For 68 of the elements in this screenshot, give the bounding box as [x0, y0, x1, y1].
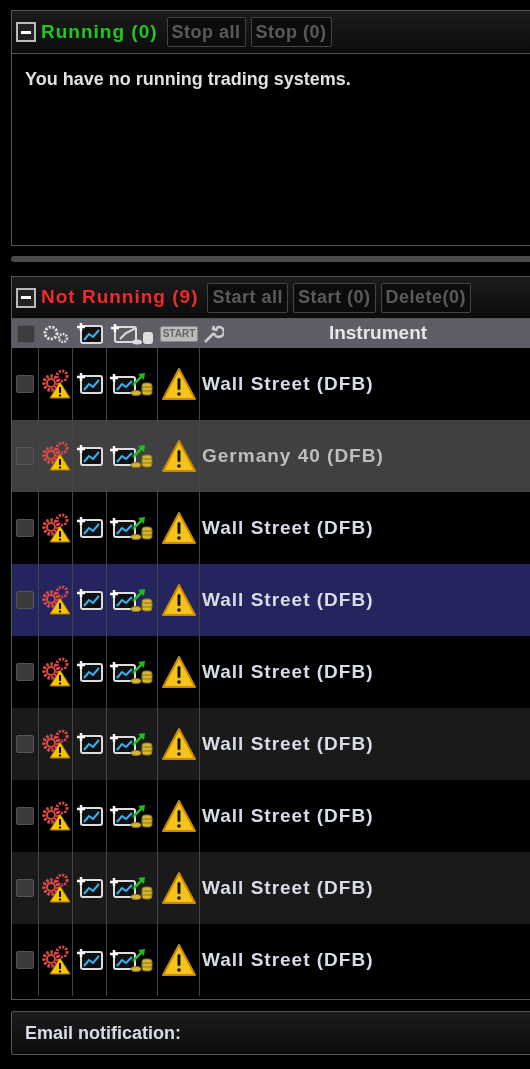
row-checkbox[interactable]	[16, 951, 34, 969]
instrument-cell-text: Wall Street (DFB)	[201, 371, 374, 396]
chart-coins-icon	[109, 875, 155, 901]
chart-plus-icon	[75, 660, 104, 684]
row-checkbox[interactable]	[16, 663, 34, 681]
chart-coins-icon	[109, 731, 155, 757]
chart-plus-icon	[75, 876, 104, 900]
instrument-cell-text: Wall Street (DFB)	[201, 731, 374, 756]
warning-icon	[160, 799, 197, 833]
gears-warning-icon	[39, 801, 72, 831]
row-checkbox[interactable]	[16, 879, 34, 897]
gears-warning-icon	[39, 585, 72, 615]
warning-icon	[160, 367, 197, 401]
warning-icon	[160, 583, 197, 617]
chart-plus-icon	[75, 804, 104, 828]
chart-plus-icon	[75, 732, 104, 756]
instrument-cell-text: Germany 40 (DFB)	[201, 443, 384, 468]
chart-plus-icon	[75, 516, 104, 540]
gears-warning-icon	[39, 729, 72, 759]
chart-coins-icon	[109, 803, 155, 829]
warning-icon	[160, 727, 197, 761]
instrument-cell-text: Wall Street (DFB)	[201, 515, 374, 540]
section-title: Running (0)	[41, 19, 158, 44]
gears-warning-icon	[39, 873, 72, 903]
instrument-cell-text: Wall Street (DFB)	[201, 803, 374, 828]
empty-message: You have no running trading systems.	[24, 68, 352, 91]
row-checkbox[interactable]	[16, 375, 34, 393]
table-row[interactable]: Wall Street (DFB)	[12, 564, 530, 636]
warning-icon	[160, 943, 197, 977]
warning-icon	[160, 511, 197, 545]
instrument-cell-text: Wall Street (DFB)	[201, 587, 374, 612]
chart-plus-icon	[75, 588, 104, 612]
start-label: START	[159, 325, 199, 342]
warning-icon	[160, 439, 197, 473]
warning-icon	[160, 655, 197, 689]
row-checkbox[interactable]	[16, 735, 34, 753]
chart-coins-icon	[109, 587, 155, 613]
splitter-bar[interactable]	[11, 256, 530, 262]
chart-plus-icon	[76, 321, 104, 346]
row-checkbox[interactable]	[16, 591, 34, 609]
table-row[interactable]: Wall Street (DFB)	[12, 852, 530, 924]
warning-icon	[160, 871, 197, 905]
gears-warning-icon	[39, 945, 72, 975]
instrument-cell-text: Wall Street (DFB)	[201, 947, 374, 972]
chart-plus-icon	[75, 948, 104, 972]
chart-coins-icon	[109, 321, 156, 346]
gears-warning-icon	[39, 513, 72, 543]
row-checkbox[interactable]	[16, 807, 34, 825]
gears-warning-icon	[39, 657, 72, 687]
chart-coins-icon	[109, 443, 155, 469]
email-label: Email notification:	[25, 1021, 181, 1045]
row-checkbox[interactable]	[16, 519, 34, 537]
chart-coins-icon	[109, 947, 155, 973]
instrument-cell-text: Wall Street (DFB)	[201, 875, 374, 900]
section-title: Not Running (9)	[41, 285, 199, 310]
gears-warning-icon	[39, 369, 72, 399]
chart-plus-icon	[75, 444, 104, 468]
chart-plus-icon	[75, 372, 104, 396]
gears-warning-icon	[39, 441, 72, 471]
chart-coins-icon	[109, 371, 155, 397]
column-header[interactable]: Instrument	[328, 319, 428, 348]
collapse-button[interactable]	[16, 22, 36, 42]
chart-coins-icon	[109, 515, 155, 541]
select-all-checkbox[interactable]	[16, 324, 35, 343]
instrument-cell-text: Wall Street (DFB)	[201, 659, 374, 684]
table-row[interactable]: Wall Street (DFB)	[12, 708, 530, 780]
chart-coins-icon	[109, 659, 155, 685]
collapse-button[interactable]	[16, 287, 36, 308]
